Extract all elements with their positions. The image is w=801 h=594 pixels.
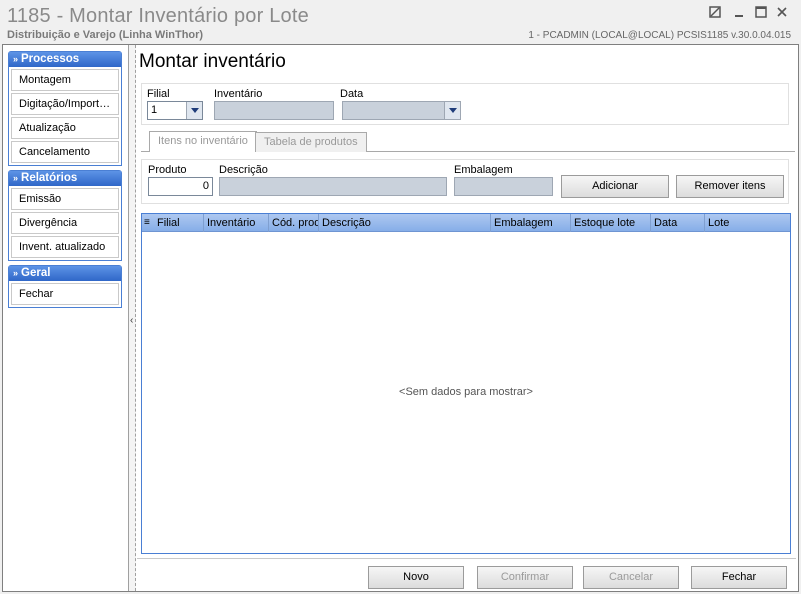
column-embalagem[interactable]: Embalagem: [491, 214, 571, 232]
sidebar-item-cancelamento[interactable]: Cancelamento: [11, 141, 119, 163]
embalagem-label: Embalagem: [454, 164, 513, 176]
produto-value: 0: [202, 180, 209, 192]
sidebar-item-montagem[interactable]: Montagem: [11, 69, 119, 91]
tab-tabela-produtos[interactable]: Tabela de produtos: [255, 132, 367, 152]
minimize-icon[interactable]: [732, 6, 746, 20]
column-cod-prod[interactable]: Cód. prod: [269, 214, 319, 232]
window-subtitle: Distribuição e Varejo (Linha WinThor): [7, 29, 204, 41]
sidebar-splitter[interactable]: ‹: [128, 45, 136, 591]
column-inventario[interactable]: Inventário: [204, 214, 269, 232]
collapse-arrow-icon[interactable]: ‹: [130, 315, 133, 326]
chevron-collapse-icon: »: [13, 54, 19, 64]
sidebar-item-divergencia[interactable]: Divergência: [11, 212, 119, 234]
chevron-collapse-icon: »: [13, 268, 19, 278]
chevron-down-icon[interactable]: [186, 102, 202, 119]
sidebar-item-invent-atualizado[interactable]: Invent. atualizado: [11, 236, 119, 258]
chevron-down-icon[interactable]: [444, 102, 460, 119]
product-panel: Produto 0 Descrição Embalagem Adicionar …: [141, 159, 789, 204]
group-processos: » Processos Montagem Digitação/Import… At…: [8, 51, 122, 166]
items-grid[interactable]: ≡ Filial Inventário Cód. prod Descrição …: [141, 213, 791, 554]
empty-grid-message: <Sem dados para mostrar>: [399, 386, 533, 398]
filter-panel: Filial 1 Inventário Data: [141, 83, 789, 125]
sidebar: » Processos Montagem Digitação/Import… At…: [8, 51, 122, 312]
filial-value: 1: [151, 104, 158, 116]
column-filial[interactable]: Filial: [154, 214, 204, 232]
tab-strip: Itens no inventário Tabela de produtos: [141, 130, 795, 152]
footer-bar: Novo Confirmar Cancelar Fechar: [137, 558, 796, 591]
group-title: Processos: [21, 53, 80, 65]
adicionar-button[interactable]: Adicionar: [561, 175, 669, 198]
column-lote[interactable]: Lote: [705, 214, 790, 232]
produto-input[interactable]: 0: [148, 177, 213, 196]
filial-label: Filial: [147, 88, 170, 100]
sidebar-item-digitacao[interactable]: Digitação/Import…: [11, 93, 119, 115]
confirmar-button[interactable]: Confirmar: [477, 566, 573, 589]
grid-header: ≡ Filial Inventário Cód. prod Descrição …: [142, 214, 790, 232]
content-area: Montar inventário Filial 1 Inventário Da…: [137, 45, 798, 591]
novo-button[interactable]: Novo: [368, 566, 464, 589]
remover-itens-button[interactable]: Remover itens: [676, 175, 784, 198]
inventario-field: [214, 101, 334, 120]
column-descricao[interactable]: Descrição: [319, 214, 491, 232]
system-info: 1 - PCADMIN (LOCAL@LOCAL) PCSIS1185 v.30…: [528, 30, 791, 41]
group-header-processos[interactable]: » Processos: [9, 52, 121, 67]
column-chooser-icon[interactable]: ≡: [144, 217, 154, 229]
close-icon[interactable]: [775, 6, 789, 20]
column-estoque-lote[interactable]: Estoque lote: [571, 214, 651, 232]
filial-select[interactable]: 1: [147, 101, 203, 120]
restore-icon[interactable]: [708, 6, 722, 20]
tab-itens-inventario[interactable]: Itens no inventário: [149, 131, 257, 152]
fechar-button[interactable]: Fechar: [691, 566, 787, 589]
window-title: 1185 - Montar Inventário por Lote: [7, 5, 309, 27]
inventario-label: Inventário: [214, 88, 263, 100]
group-title: Geral: [21, 267, 51, 279]
group-relatorios: » Relatórios Emissão Divergência Invent. …: [8, 170, 122, 261]
group-header-relatorios[interactable]: » Relatórios: [9, 171, 121, 186]
sidebar-item-emissao[interactable]: Emissão: [11, 188, 119, 210]
data-select[interactable]: [342, 101, 461, 120]
sidebar-item-atualizacao[interactable]: Atualização: [11, 117, 119, 139]
group-title: Relatórios: [21, 172, 78, 184]
embalagem-field: [454, 177, 553, 196]
descricao-label: Descrição: [219, 164, 268, 176]
column-data[interactable]: Data: [651, 214, 705, 232]
produto-label: Produto: [148, 164, 187, 176]
group-geral: » Geral Fechar: [8, 265, 122, 308]
sidebar-item-fechar[interactable]: Fechar: [11, 283, 119, 305]
maximize-icon[interactable]: [754, 6, 768, 20]
group-header-geral[interactable]: » Geral: [9, 266, 121, 281]
main-frame: » Processos Montagem Digitação/Import… At…: [2, 44, 799, 592]
descricao-field: [219, 177, 447, 196]
data-label: Data: [340, 88, 364, 100]
page-title: Montar inventário: [139, 51, 286, 72]
title-bar: 1185 - Montar Inventário por Lote Distri…: [0, 0, 801, 44]
chevron-collapse-icon: »: [13, 173, 19, 183]
cancelar-button[interactable]: Cancelar: [583, 566, 679, 589]
